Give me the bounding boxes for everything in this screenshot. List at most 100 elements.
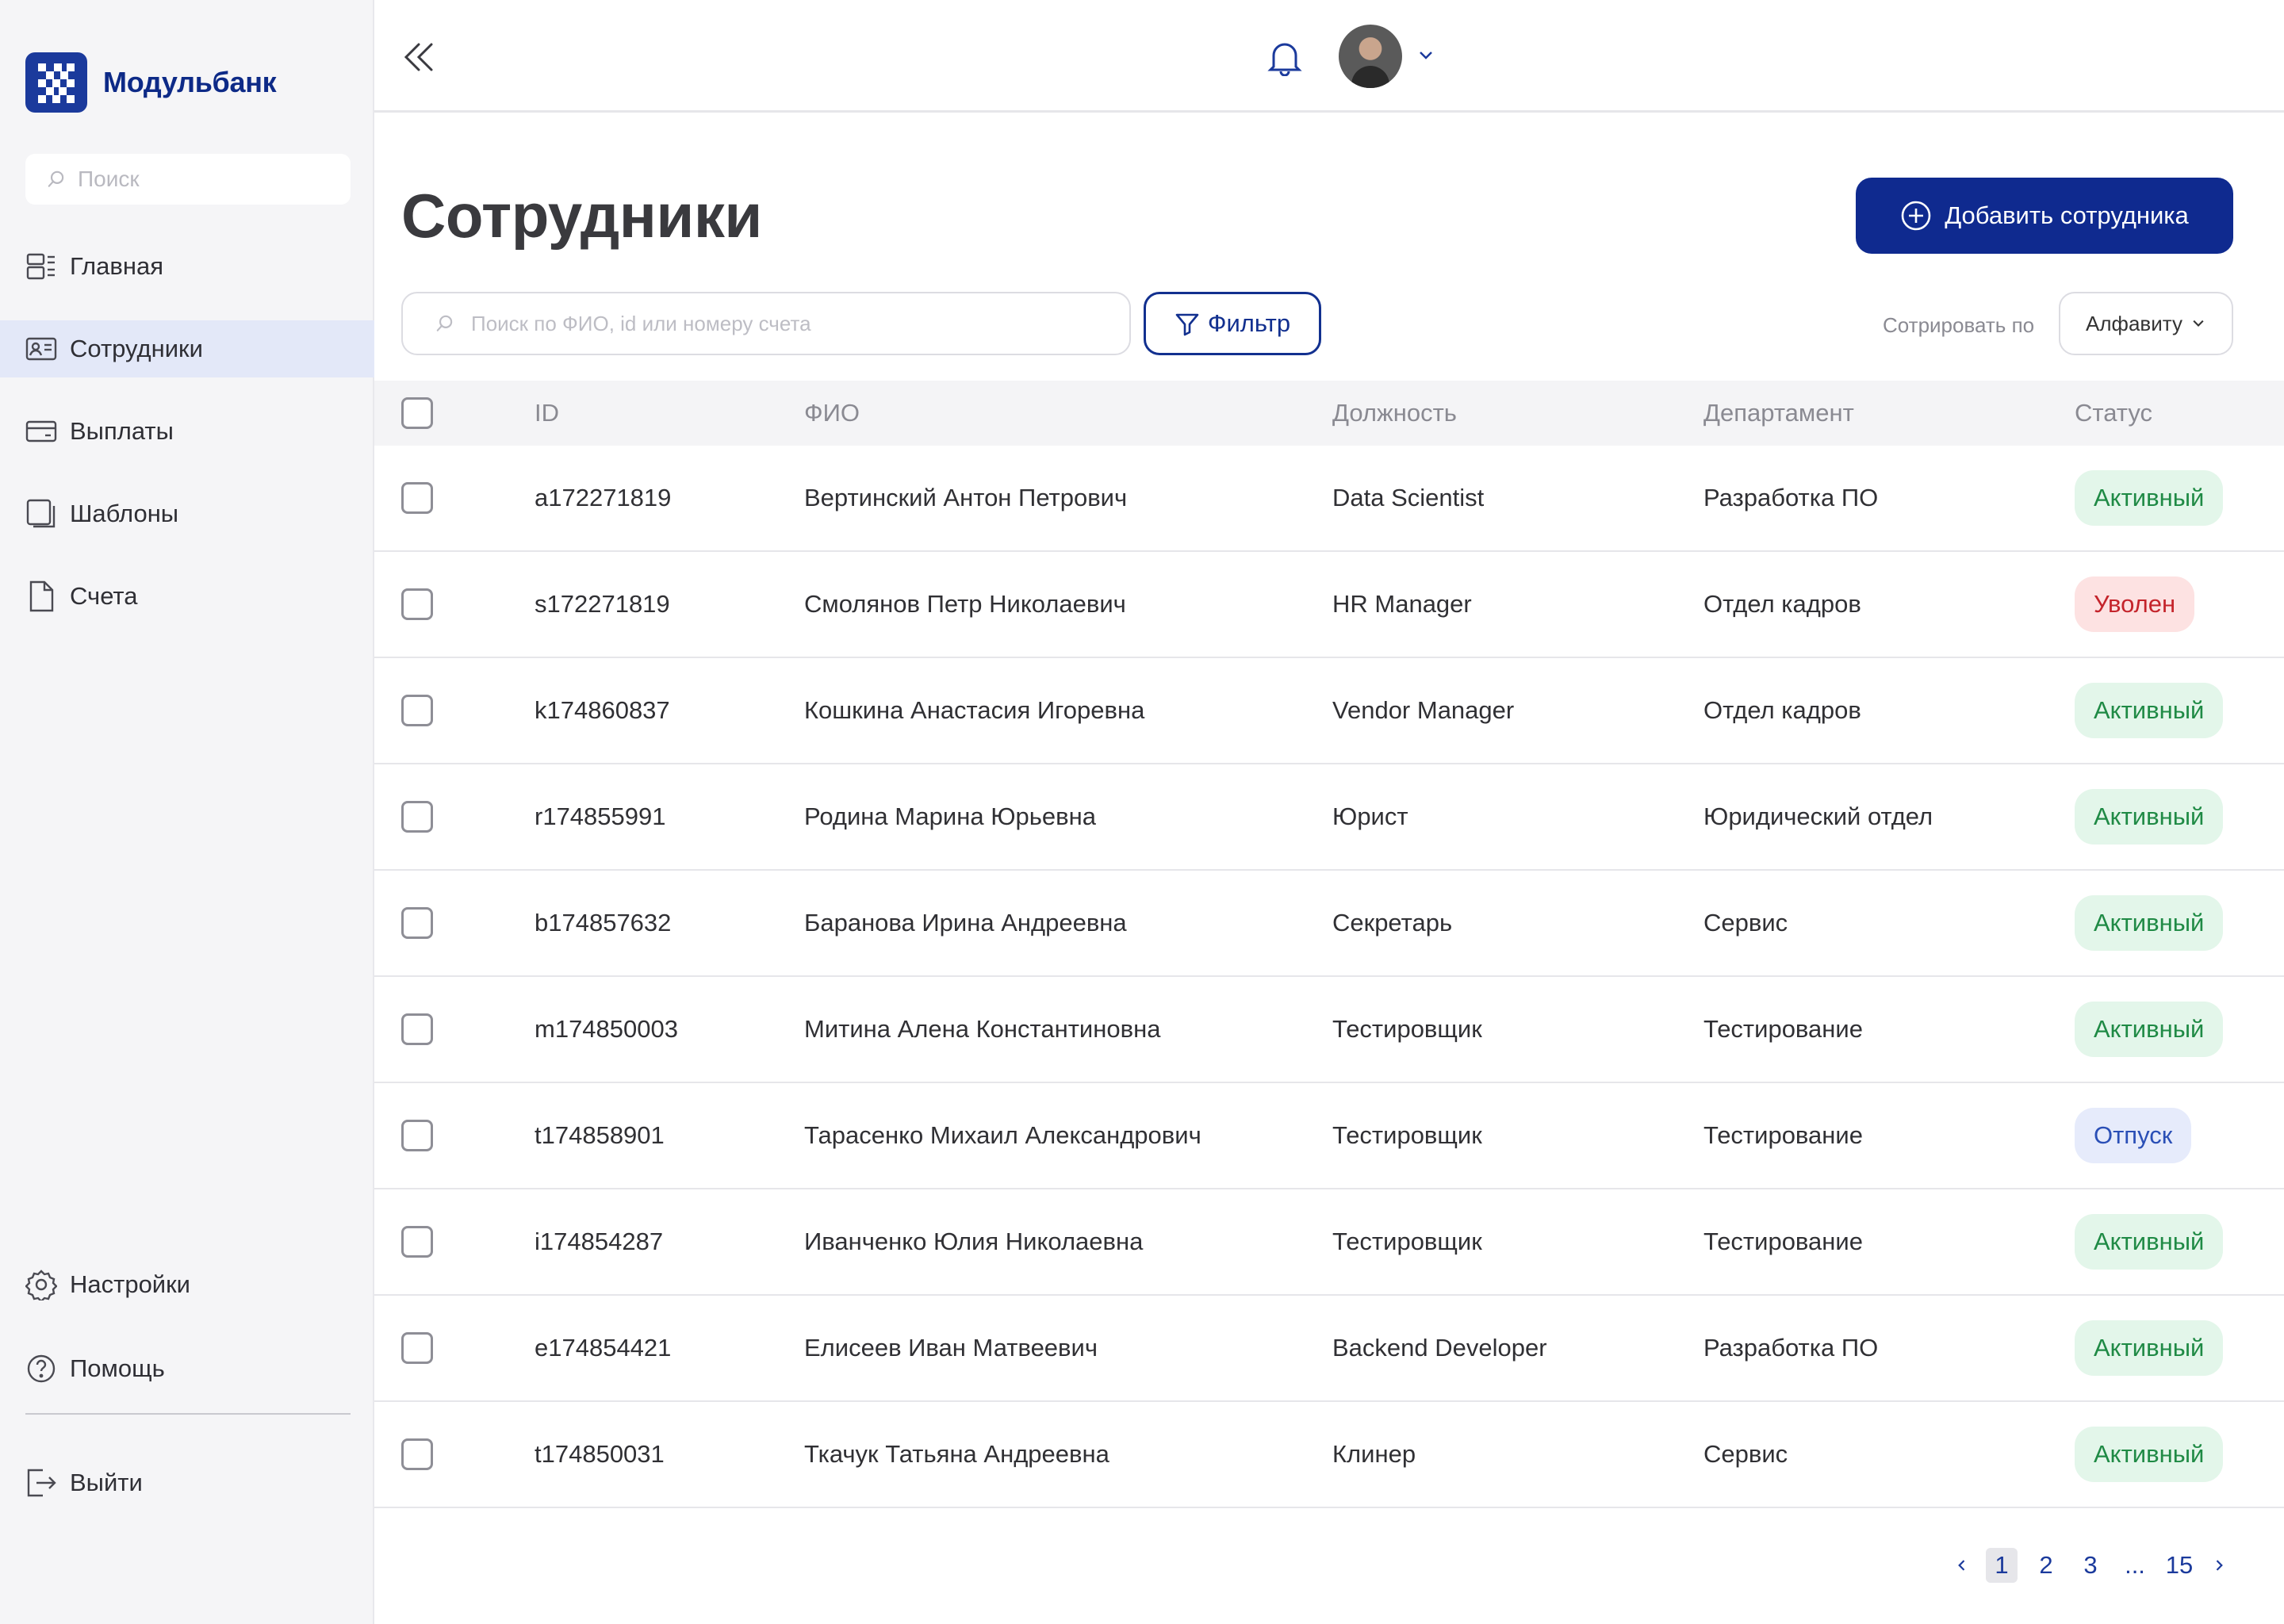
collapse-sidebar-button[interactable] [400, 38, 438, 76]
employee-name: Ткачук Татьяна Андреевна [804, 1440, 1109, 1468]
employee-id: e174854421 [535, 1334, 672, 1362]
status-cell: Активный [2075, 764, 2224, 869]
employee-department: Разработка ПО [1703, 484, 1879, 511]
status-badge: Активный [2075, 1002, 2224, 1057]
row-select-cell [401, 764, 433, 869]
employee-id: m174850003 [535, 1015, 678, 1043]
column-header-id[interactable]: ID [535, 381, 559, 446]
pagination: 1 2 3 ... 15 [1945, 1548, 2236, 1583]
row-checkbox[interactable] [401, 1332, 433, 1364]
page-button-2[interactable]: 2 [2030, 1548, 2062, 1583]
status-cell: Отпуск [2075, 1083, 2192, 1188]
next-page-button[interactable] [2206, 1548, 2232, 1583]
table-row[interactable]: k174860837 Кошкина Анастасия Игоревна Ve… [374, 658, 2284, 764]
sidebar-search-placeholder: Поиск [78, 167, 140, 191]
employee-position: Тестировщик [1332, 1121, 1482, 1149]
column-header-fio[interactable]: ФИО [804, 381, 860, 446]
sidebar-item-logout[interactable]: Выйти [0, 1454, 374, 1511]
employee-department: Тестирование [1703, 1121, 1863, 1149]
add-employee-button[interactable]: Добавить сотрудника [1856, 178, 2233, 254]
status-cell: Активный [2075, 871, 2224, 975]
row-checkbox[interactable] [401, 1013, 433, 1045]
chevron-down-icon [1420, 52, 1432, 59]
row-select-cell [401, 1189, 433, 1294]
column-header-position[interactable]: Должность [1332, 381, 1457, 446]
sidebar-item-payments[interactable]: Выплаты [0, 403, 374, 460]
row-checkbox[interactable] [401, 1438, 433, 1470]
brand-logo[interactable]: Модульбанк [25, 52, 277, 113]
employee-department: Тестирование [1703, 1015, 1863, 1043]
column-header-department[interactable]: Департамент [1703, 381, 1854, 446]
sidebar-nav: Главная Сотрудники Выплаты Шаблоны Счета [0, 238, 374, 650]
employee-id: r174855991 [535, 802, 666, 830]
row-checkbox[interactable] [401, 801, 433, 833]
user-avatar[interactable] [1339, 25, 1402, 88]
table-row[interactable]: r174855991 Родина Марина Юрьевна Юрист Ю… [374, 764, 2284, 871]
brand-name: Модульбанк [103, 66, 277, 98]
row-select-cell [401, 658, 433, 763]
sidebar-item-employees[interactable]: Сотрудники [0, 320, 374, 377]
page-button-3[interactable]: 3 [2075, 1548, 2106, 1583]
employee-name: Родина Марина Юрьевна [804, 802, 1096, 830]
row-select-cell [401, 871, 433, 975]
employee-name: Тарасенко Михаил Александрович [804, 1121, 1201, 1149]
account-menu-button[interactable] [1416, 46, 1435, 65]
sidebar-item-templates[interactable]: Шаблоны [0, 485, 374, 542]
employee-id: i174854287 [535, 1228, 664, 1255]
add-employee-label: Добавить сотрудника [1945, 201, 2189, 229]
status-cell: Активный [2075, 446, 2224, 550]
table-row[interactable]: m174850003 Митина Алена Константиновна Т… [374, 977, 2284, 1083]
filter-button[interactable]: Фильтр [1144, 292, 1321, 355]
row-checkbox[interactable] [401, 1226, 433, 1258]
sidebar-item-home[interactable]: Главная [0, 238, 374, 295]
sidebar-item-settings[interactable]: Настройки [0, 1256, 374, 1313]
employee-department: Юридический отдел [1703, 802, 1933, 830]
prev-page-button[interactable] [1949, 1548, 1975, 1583]
row-checkbox[interactable] [401, 482, 433, 514]
row-checkbox[interactable] [401, 588, 433, 620]
table-row[interactable]: e174854421 Елисеев Иван Матвеевич Backen… [374, 1296, 2284, 1402]
table-row[interactable]: a172271819 Вертинский Антон Петрович Dat… [374, 446, 2284, 552]
sidebar-bottom-nav: Настройки Помощь [0, 1256, 374, 1424]
status-cell: Активный [2075, 1402, 2224, 1507]
filter-label: Фильтр [1207, 309, 1291, 337]
chevron-down-icon [2193, 320, 2204, 327]
row-checkbox[interactable] [401, 695, 433, 726]
status-cell: Активный [2075, 1296, 2224, 1400]
status-badge: Активный [2075, 789, 2224, 845]
status-badge: Активный [2075, 1427, 2224, 1482]
help-icon [25, 1353, 57, 1385]
table-row[interactable]: i174854287 Иванченко Юлия Николаевна Тес… [374, 1189, 2284, 1296]
employee-position: Data Scientist [1332, 484, 1485, 511]
employee-name: Елисеев Иван Матвеевич [804, 1334, 1098, 1362]
gear-icon [25, 1269, 57, 1300]
sidebar-item-label: Настройки [70, 1270, 191, 1298]
sort-label: Сотрировать по [1883, 313, 2035, 337]
employee-department: Разработка ПО [1703, 1334, 1879, 1362]
select-all-checkbox[interactable] [401, 397, 433, 429]
column-header-status[interactable]: Статус [2075, 381, 2152, 446]
employee-name: Митина Алена Константиновна [804, 1015, 1161, 1043]
sidebar-item-help[interactable]: Помощь [0, 1340, 374, 1397]
sort-select[interactable]: Алфавиту [2059, 292, 2233, 355]
sidebar-search-input[interactable]: Поиск [25, 154, 351, 205]
search-icon [436, 315, 453, 331]
row-select-cell [401, 552, 433, 657]
table-row[interactable]: t174850031 Ткачук Татьяна Андреевна Клин… [374, 1402, 2284, 1508]
page-button-1[interactable]: 1 [1986, 1548, 2018, 1583]
row-checkbox[interactable] [401, 1120, 433, 1151]
id-card-icon [25, 333, 57, 365]
status-badge: Активный [2075, 470, 2224, 526]
table-row[interactable]: b174857632 Баранова Ирина Андреевна Секр… [374, 871, 2284, 977]
sidebar: Модульбанк Поиск Главная Сотрудники Выпл… [0, 0, 374, 1624]
row-checkbox[interactable] [401, 907, 433, 939]
sidebar-item-accounts[interactable]: Счета [0, 568, 374, 625]
page-button-15[interactable]: 15 [2163, 1548, 2195, 1583]
table-row[interactable]: s172271819 Смолянов Петр Николаевич HR M… [374, 552, 2284, 658]
employee-search-input[interactable]: Поиск по ФИО, id или номеру счета [401, 292, 1131, 355]
notifications-button[interactable] [1267, 38, 1302, 77]
employee-id: a172271819 [535, 484, 672, 511]
employee-position: Клинер [1332, 1440, 1416, 1468]
sidebar-item-label: Сотрудники [70, 335, 203, 362]
table-row[interactable]: t174858901 Тарасенко Михаил Александрови… [374, 1083, 2284, 1189]
